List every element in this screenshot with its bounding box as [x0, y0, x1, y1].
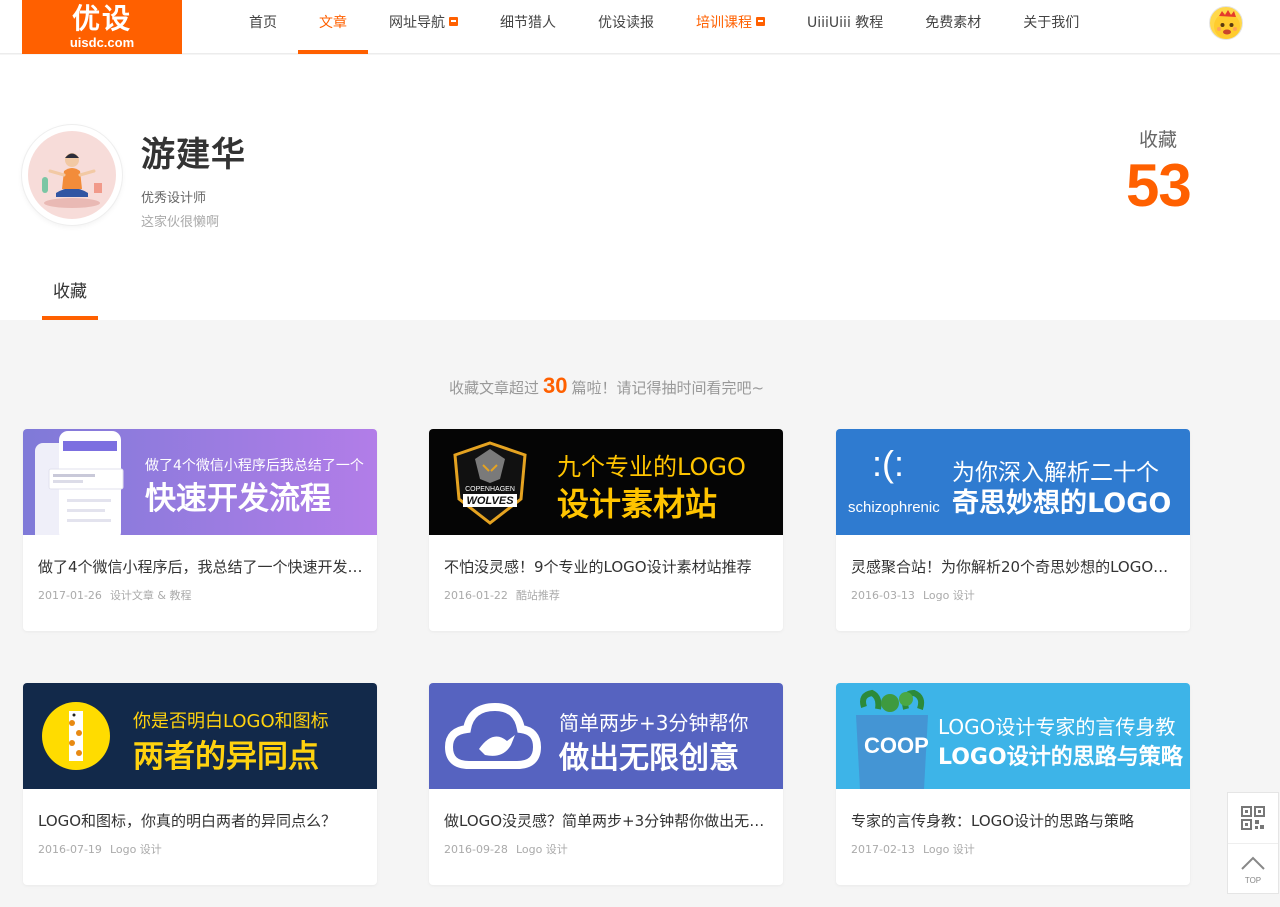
thumbnail-subtitle: LOGO设计专家的言传身教 [938, 715, 1176, 739]
card-category[interactable]: 设计文章 & 教程 [110, 589, 192, 602]
favorites-count: 53 [1126, 152, 1192, 219]
emoji-face-icon [1214, 10, 1240, 39]
card-title[interactable]: LOGO和图标，你真的明白两者的异同点么？ [38, 810, 363, 831]
hot-badge-icon [449, 17, 458, 26]
card-meta: 2016-09-28 Logo 设计 [444, 841, 568, 857]
nav-site-directory[interactable]: 网址导航 [368, 0, 479, 54]
nav-training-courses[interactable]: 培训课程 [675, 0, 786, 54]
profile-name: 游建华 [141, 135, 246, 175]
profile-section: 游建华 优秀设计师 这家伙很懒啊 收藏 53 收藏 [0, 55, 1280, 320]
favorites-notice: 收藏文章超过 30 篇啦！请记得抽时间看完吧~ [0, 373, 1213, 399]
thumbnail-headline: 快速开发流程 [145, 481, 331, 517]
article-card[interactable]: :(: schizophrenic 为你深入解析二十个 奇思妙想的LOGO 灵感… [836, 429, 1190, 631]
meditating-person-icon [42, 153, 102, 208]
thumbnail-headline: 奇思妙想的LOGO [952, 488, 1172, 519]
article-card[interactable]: COOP LOGO设计专家的言传身教 LOGO设计的思路与策略 专家的言传身教：… [836, 683, 1190, 885]
article-card[interactable]: 做了4个微信小程序后我总结了一个 快速开发流程 做了4个微信小程序后，我总结了一… [23, 429, 377, 631]
card-meta: 2017-02-13 Logo 设计 [851, 841, 975, 857]
cloud-bird-icon [445, 702, 541, 769]
notice-suffix: 篇啦！请记得抽时间看完吧~ [571, 379, 765, 397]
profile-bio: 这家伙很懒啊 [141, 215, 220, 230]
back-to-top-button[interactable]: TOP [1228, 843, 1278, 893]
card-date: 2017-01-26 [38, 589, 102, 602]
badge-text: COPENHAGEN [465, 486, 515, 493]
coop-wordmark: COOP [864, 733, 929, 758]
card-category[interactable]: Logo 设计 [923, 589, 975, 602]
notice-count: 30 [542, 373, 568, 398]
qr-code-icon [1241, 806, 1265, 830]
thumbnail-subtitle: 九个专业的LOGO [557, 453, 746, 481]
qr-code-button[interactable] [1228, 793, 1278, 843]
nav-home[interactable]: 首页 [228, 0, 298, 54]
emoticon-logo-icon: :(: [872, 443, 904, 484]
thumbnail-subtitle: 你是否明白LOGO和图标 [133, 711, 329, 732]
user-avatar[interactable] [1209, 6, 1243, 40]
card-meta: 2016-03-13 Logo 设计 [851, 587, 975, 603]
nav-daily-reading[interactable]: 优设读报 [577, 0, 675, 54]
card-thumbnail: COPENHAGEN WOLVES 九个专业的LOGO 设计素材站 [429, 429, 783, 535]
card-thumbnail: 你是否明白LOGO和图标 两者的异同点 [23, 683, 377, 789]
card-thumbnail: :(: schizophrenic 为你深入解析二十个 奇思妙想的LOGO [836, 429, 1190, 535]
nav-free-resources[interactable]: 免费素材 [904, 0, 1002, 54]
nav-training-courses-label: 培训课程 [696, 15, 752, 31]
badge-main: WOLVES [466, 495, 514, 507]
card-meta: 2016-01-22 酷站推荐 [444, 587, 560, 603]
thumbnail-headline: LOGO设计的思路与策略 [938, 745, 1183, 770]
site-logo[interactable]: 优设 uisdc.com [22, 0, 182, 54]
nav-about-us[interactable]: 关于我们 [1002, 0, 1100, 54]
thumbnail-headline: 设计素材站 [557, 485, 718, 523]
card-date: 2016-07-19 [38, 843, 102, 856]
card-title[interactable]: 不怕没灵感！9个专业的LOGO设计素材站推荐 [444, 556, 769, 577]
card-thumbnail: 简单两步+3分钟帮你 做出无限创意 [429, 683, 783, 789]
nav-articles[interactable]: 文章 [298, 0, 368, 54]
nav-uiiiuiii-tutorials[interactable]: UiiiUiii 教程 [786, 0, 904, 54]
giraffe-logo-icon [42, 702, 110, 770]
profile-avatar [22, 125, 122, 225]
back-to-top-label: TOP [1244, 876, 1262, 885]
schizophrenic-wordmark: schizophrenic [848, 499, 940, 516]
thumbnail-headline: 两者的异同点 [133, 739, 319, 775]
card-title[interactable]: 灵感聚合站！为你解析20个奇思妙想的LOGO设计 [851, 556, 1176, 577]
card-meta: 2017-01-26 设计文章 & 教程 [38, 587, 192, 603]
card-category[interactable]: 酷站推荐 [516, 589, 560, 602]
card-meta: 2016-07-19 Logo 设计 [38, 841, 162, 857]
tab-favorites[interactable]: 收藏 [42, 275, 98, 320]
thumbnail-subtitle: 做了4个微信小程序后我总结了一个 [145, 458, 364, 474]
article-card[interactable]: 简单两步+3分钟帮你 做出无限创意 做LOGO没灵感？简单两步+3分钟帮你做出无… [429, 683, 783, 885]
nav-site-directory-label: 网址导航 [389, 15, 445, 31]
card-category[interactable]: Logo 设计 [516, 843, 568, 856]
thumbnail-subtitle: 简单两步+3分钟帮你 [559, 711, 749, 735]
article-card[interactable]: COPENHAGEN WOLVES 九个专业的LOGO 设计素材站 不怕没灵感！… [429, 429, 783, 631]
thumbnail-headline: 做出无限创意 [559, 741, 739, 776]
logo-text: 优设 [71, 2, 132, 35]
card-title[interactable]: 做了4个微信小程序后，我总结了一个快速开发流程 [38, 556, 363, 577]
hot-badge-icon [756, 17, 765, 26]
logo-domain: uisdc.com [69, 35, 135, 50]
card-thumbnail: 做了4个微信小程序后我总结了一个 快速开发流程 [23, 429, 377, 535]
card-title[interactable]: 专家的言传身教：LOGO设计的思路与策略 [851, 810, 1176, 831]
card-thumbnail: COOP LOGO设计专家的言传身教 LOGO设计的思路与策略 [836, 683, 1190, 789]
card-category[interactable]: Logo 设计 [110, 843, 162, 856]
favorites-label: 收藏 [1139, 129, 1178, 151]
top-header: 优设 uisdc.com 首页 文章 网址导航 细节猎人 优设读报 培训课程 U… [0, 0, 1280, 54]
card-date: 2016-01-22 [444, 589, 508, 602]
profile-title: 优秀设计师 [141, 191, 207, 206]
wolves-badge-icon: COPENHAGEN WOLVES [453, 441, 527, 525]
profile-avatar-illustration [28, 131, 116, 219]
card-date: 2016-03-13 [851, 589, 915, 602]
card-date: 2016-09-28 [444, 843, 508, 856]
main-nav: 首页 文章 网址导航 细节猎人 优设读报 培训课程 UiiiUiii 教程 免费… [228, 0, 1100, 54]
notice-prefix: 收藏文章超过 [448, 379, 539, 397]
card-category[interactable]: Logo 设计 [923, 843, 975, 856]
card-date: 2017-02-13 [851, 843, 915, 856]
phone-mockup-icon [35, 431, 124, 535]
card-title[interactable]: 做LOGO没灵感？简单两步+3分钟帮你做出无限创意 [444, 810, 769, 831]
nav-detail-hunter[interactable]: 细节猎人 [479, 0, 577, 54]
side-toolbar: TOP [1227, 792, 1279, 894]
chevron-up-icon [1241, 856, 1265, 870]
article-card[interactable]: 你是否明白LOGO和图标 两者的异同点 LOGO和图标，你真的明白两者的异同点么… [23, 683, 377, 885]
